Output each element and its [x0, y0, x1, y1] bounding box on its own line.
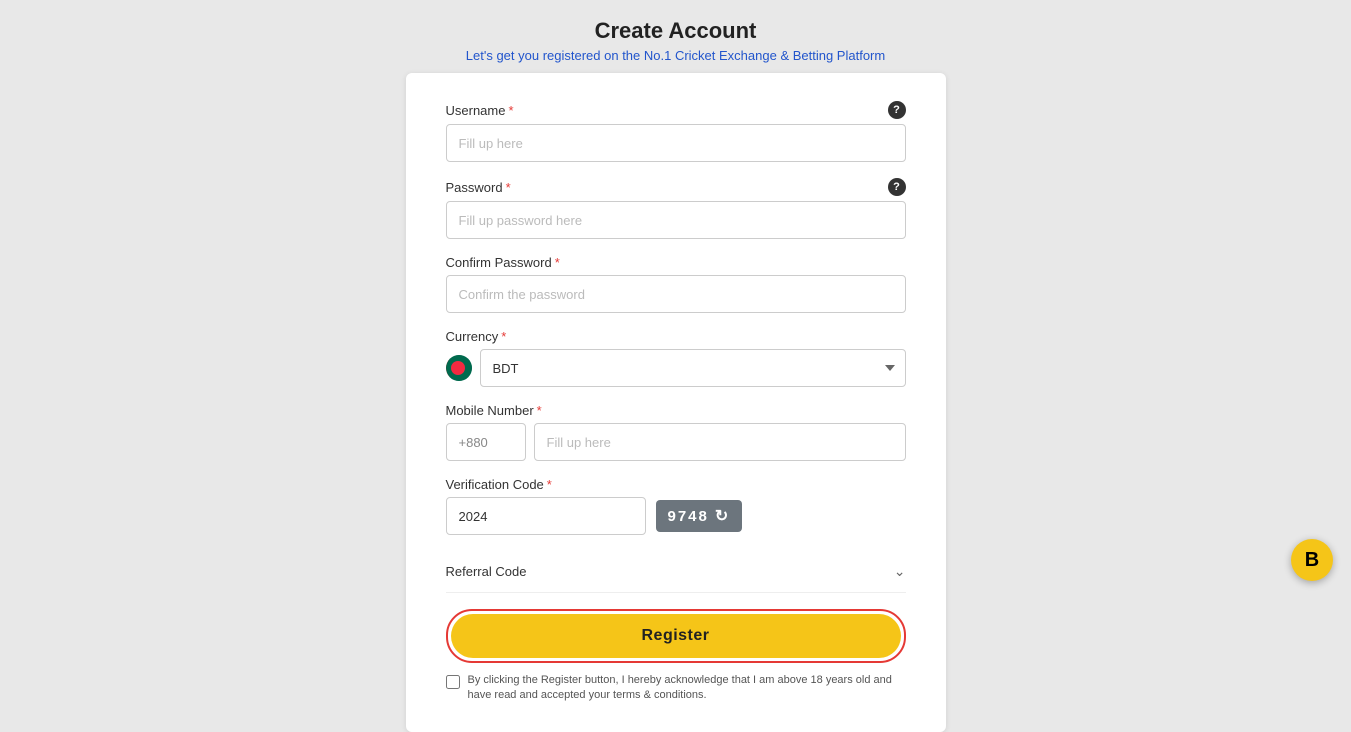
password-label-row: Password * ? [446, 178, 906, 196]
currency-select[interactable]: BDT USD EUR INR [480, 349, 906, 387]
verification-required: * [547, 477, 552, 492]
verification-group: Verification Code * 9748 ↻ [446, 477, 906, 535]
page-subtitle: Let's get you registered on the No.1 Cri… [466, 48, 885, 63]
password-input[interactable] [446, 201, 906, 239]
password-group: Password * ? [446, 178, 906, 239]
password-label: Password * [446, 180, 511, 195]
currency-row: BDT USD EUR INR [446, 349, 906, 387]
currency-group: Currency * BDT USD EUR INR [446, 329, 906, 387]
captcha-value: 9748 [668, 508, 709, 525]
currency-flag-icon [446, 355, 472, 381]
username-input[interactable] [446, 124, 906, 162]
currency-required: * [501, 329, 506, 344]
terms-text: By clicking the Register button, I hereb… [468, 673, 906, 704]
password-required: * [506, 180, 511, 195]
floating-button-label: B [1305, 549, 1319, 572]
confirm-password-label: Confirm Password * [446, 255, 560, 270]
verification-row: 9748 ↻ [446, 497, 906, 535]
form-card: Username * ? Password * ? Confirm [406, 73, 946, 732]
confirm-password-group: Confirm Password * [446, 255, 906, 313]
mobile-number-group: Mobile Number * [446, 403, 906, 461]
password-help-icon[interactable]: ? [888, 178, 906, 196]
floating-chat-button[interactable]: B [1291, 539, 1333, 581]
page-header: Create Account Let's get you registered … [466, 0, 885, 73]
refresh-icon[interactable]: ↻ [715, 506, 730, 526]
mobile-label-row: Mobile Number * [446, 403, 906, 418]
username-help-icon[interactable]: ? [888, 101, 906, 119]
verification-label: Verification Code * [446, 477, 552, 492]
referral-row[interactable]: Referral Code ⌄ [446, 551, 906, 593]
page-wrapper: Create Account Let's get you registered … [0, 0, 1351, 732]
mobile-required: * [537, 403, 542, 418]
username-label-row: Username * ? [446, 101, 906, 119]
register-button[interactable]: Register [451, 614, 901, 658]
currency-label: Currency * [446, 329, 507, 344]
username-label: Username * [446, 103, 514, 118]
username-required: * [508, 103, 513, 118]
terms-row: By clicking the Register button, I hereb… [446, 673, 906, 704]
mobile-prefix-input[interactable] [446, 423, 526, 461]
captcha-box[interactable]: 9748 ↻ [656, 500, 743, 532]
username-group: Username * ? [446, 101, 906, 162]
verification-input[interactable] [446, 497, 646, 535]
mobile-row [446, 423, 906, 461]
confirm-password-required: * [555, 255, 560, 270]
verification-label-row: Verification Code * [446, 477, 906, 492]
terms-checkbox[interactable] [446, 675, 460, 689]
page-title: Create Account [466, 18, 885, 44]
chevron-down-icon: ⌄ [894, 563, 906, 580]
referral-label: Referral Code [446, 564, 527, 579]
currency-label-row: Currency * [446, 329, 906, 344]
mobile-number-input[interactable] [534, 423, 906, 461]
confirm-password-input[interactable] [446, 275, 906, 313]
mobile-label: Mobile Number * [446, 403, 542, 418]
register-button-wrapper: Register [446, 609, 906, 663]
confirm-password-label-row: Confirm Password * [446, 255, 906, 270]
